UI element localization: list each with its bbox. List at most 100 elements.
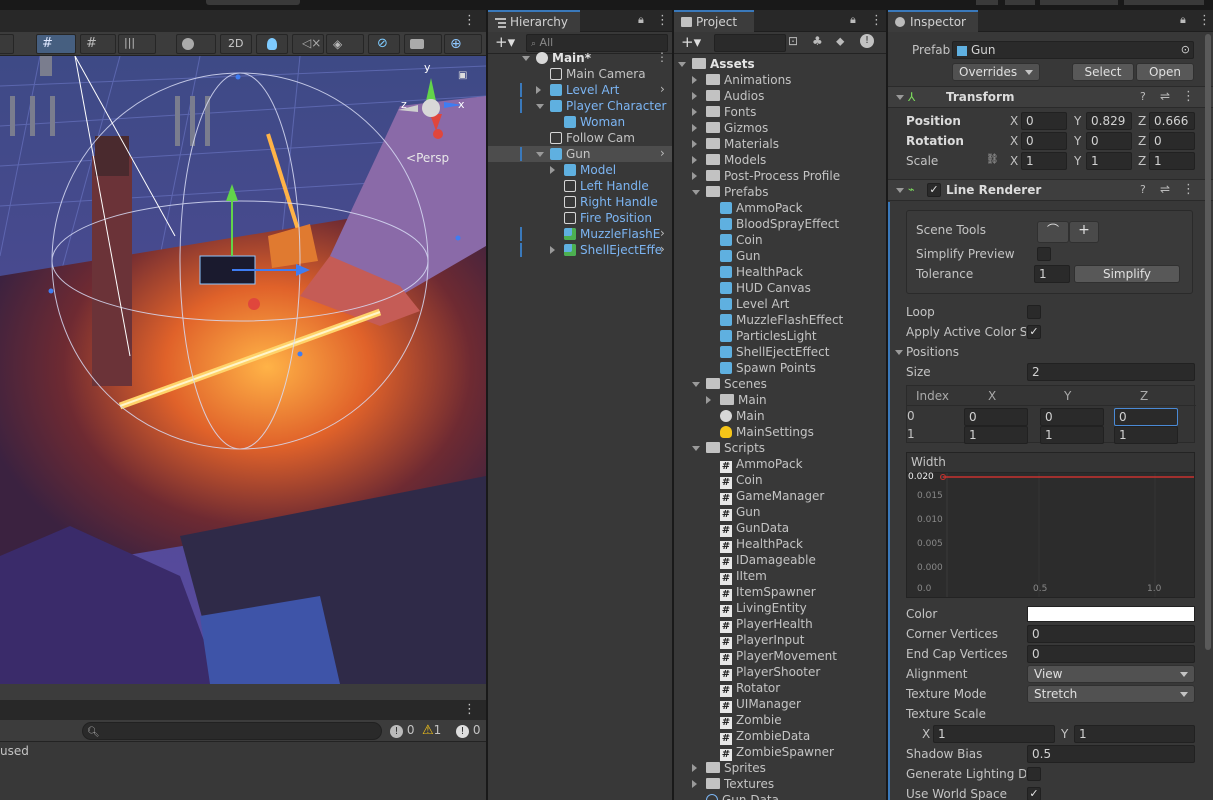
transform-position-y-field[interactable]: 0.829 (1086, 112, 1132, 130)
position-value-field[interactable]: 1 (1114, 426, 1178, 444)
positions-foldout-icon[interactable] (895, 350, 903, 355)
console-log-entry[interactable]: used (0, 744, 29, 758)
hierarchy-item[interactable]: Left Handle (564, 178, 649, 194)
foldout-right-icon[interactable] (536, 86, 541, 94)
scene-kebab-icon[interactable]: ⋮ (463, 13, 476, 28)
shadow-bias-field[interactable]: 0.5 (1027, 745, 1195, 763)
history-button[interactable] (976, 0, 998, 5)
foldout-down-icon[interactable] (678, 62, 686, 67)
foldout-right-icon[interactable] (692, 156, 697, 164)
prefab-select-button[interactable]: Select (1072, 63, 1134, 81)
console-search-input[interactable]: 🔍︎ (82, 722, 382, 740)
hierarchy-item[interactable]: Woman (564, 114, 625, 130)
chevron-right-icon[interactable]: › (660, 226, 665, 240)
project-item[interactable]: HUD Canvas (720, 280, 811, 296)
project-item[interactable]: # IItem (720, 568, 767, 585)
project-item[interactable]: # LivingEntity (720, 600, 807, 617)
end-cap-vertices-field[interactable]: 0 (1027, 645, 1195, 663)
texture-mode-dropdown[interactable]: Stretch (1027, 685, 1195, 703)
foldout-down-icon[interactable] (536, 152, 544, 157)
project-item[interactable]: # UIManager (720, 696, 801, 713)
inspector-scrollbar[interactable] (1205, 34, 1211, 650)
corner-vertices-field[interactable]: 0 (1027, 625, 1195, 643)
transform-position-x-field[interactable]: 0 (1021, 112, 1067, 130)
create-points-button[interactable]: + (1069, 221, 1099, 243)
effects-dropdown[interactable]: ◈ (326, 34, 364, 54)
position-value-field[interactable]: 0 (1040, 408, 1104, 426)
transform-rotation-x-field[interactable]: 0 (1021, 132, 1067, 150)
console-kebab-icon[interactable]: ⋮ (463, 702, 476, 717)
object-picker-icon[interactable]: ⊙ (1181, 42, 1190, 58)
presets-icon[interactable]: ⇌ (1160, 89, 1170, 103)
foldout-right-icon[interactable] (692, 780, 697, 788)
project-item[interactable]: # Coin (720, 472, 763, 489)
project-kebab-icon[interactable]: ⋮ (870, 13, 883, 28)
layout-dropdown[interactable] (1124, 0, 1204, 5)
hierarchy-item[interactable]: Right Handle (564, 194, 658, 210)
2d-toggle[interactable]: 2D (220, 34, 252, 54)
project-item[interactable]: # GameManager (720, 488, 824, 505)
project-item[interactable]: # Gun (720, 504, 761, 521)
transform-rotation-y-field[interactable]: 0 (1086, 132, 1132, 150)
scene-viewport[interactable]: y x z ▣ <Persp (0, 56, 486, 684)
project-item[interactable]: Animations (706, 72, 791, 88)
gizmos-dropdown[interactable]: ⊕ (444, 34, 482, 54)
inspector-lock-icon[interactable]: 🔒︎ (1180, 13, 1186, 27)
project-item[interactable]: # ZombieSpawner (720, 744, 834, 761)
lr-presets-icon[interactable]: ⇌ (1160, 182, 1170, 196)
project-item[interactable]: Scenes (706, 376, 767, 392)
hierarchy-item[interactable]: Fire Position (564, 210, 652, 226)
position-value-field[interactable]: 0 (964, 408, 1028, 426)
shading-mode-dropdown[interactable] (0, 34, 14, 54)
chevron-right-icon[interactable]: › (660, 242, 665, 256)
transform-header[interactable]: ⅄ Transform ? ⇌ ⋮ (888, 86, 1213, 108)
transform-scale-x-field[interactable]: 1 (1021, 152, 1067, 170)
hidden-packages-icon[interactable]: ! (860, 34, 874, 48)
project-item[interactable]: Audios (706, 88, 764, 104)
persp-label[interactable]: <Persp (406, 151, 449, 165)
tolerance-field[interactable]: 1 (1034, 265, 1070, 283)
project-item[interactable]: # IDamageable (720, 552, 816, 569)
foldout-right-icon[interactable] (706, 396, 711, 404)
simplify-preview-checkbox[interactable] (1037, 247, 1051, 261)
project-item[interactable]: Assets (692, 56, 755, 72)
increment-snap-dropdown[interactable]: # (80, 34, 116, 54)
project-item[interactable]: # PlayerHealth (720, 616, 813, 633)
camera-dropdown[interactable] (404, 34, 442, 54)
project-item[interactable]: Prefabs (706, 184, 769, 200)
play-controls[interactable] (206, 0, 300, 5)
chevron-right-icon[interactable]: › (660, 146, 665, 160)
project-item[interactable]: Gizmos (706, 120, 768, 136)
project-item[interactable]: Scripts (706, 440, 765, 456)
alignment-dropdown[interactable]: View (1027, 665, 1195, 683)
hierarchy-item[interactable]: Main* (536, 50, 591, 66)
hierarchy-item[interactable]: Gun (550, 146, 591, 162)
project-item[interactable]: Main (720, 408, 765, 424)
project-item[interactable]: Gun (720, 248, 761, 264)
project-item[interactable]: # PlayerInput (720, 632, 804, 649)
foldout-right-icon[interactable] (692, 172, 697, 180)
draw-mode-dropdown[interactable] (176, 34, 216, 54)
audio-toggle[interactable]: ◁× (292, 34, 324, 54)
size-field[interactable]: 2 (1027, 363, 1195, 381)
transform-menu-icon[interactable]: ⋮ (1182, 89, 1195, 104)
edit-points-button[interactable]: ⌒ (1037, 221, 1069, 243)
hierarchy-lock-icon[interactable]: 🔒︎ (638, 13, 644, 27)
search-by-type-icon[interactable]: ⊡ (788, 34, 798, 48)
tab-hierarchy[interactable]: Hierarchy (488, 10, 580, 32)
hierarchy-item[interactable]: Follow Cam (550, 130, 635, 146)
foldout-down-icon[interactable] (692, 382, 700, 387)
transform-scale-z-field[interactable]: 1 (1149, 152, 1195, 170)
grid-snap-toggle[interactable]: # (36, 34, 76, 54)
line-renderer-foldout-icon[interactable] (896, 188, 904, 193)
hierarchy-kebab-icon[interactable]: ⋮ (656, 13, 669, 28)
hierarchy-item[interactable]: MuzzleFlashE (564, 226, 660, 242)
foldout-right-icon[interactable] (692, 108, 697, 116)
project-item[interactable]: ShellEjectEffect (720, 344, 829, 360)
info-filter-toggle[interactable]: ! 0 (390, 723, 424, 739)
project-item[interactable]: Main (720, 392, 767, 408)
project-item[interactable]: MuzzleFlashEffect (720, 312, 843, 328)
project-item[interactable]: Gun Data (706, 792, 779, 800)
help-icon[interactable]: ? (1140, 90, 1146, 103)
project-item[interactable]: Fonts (706, 104, 756, 120)
